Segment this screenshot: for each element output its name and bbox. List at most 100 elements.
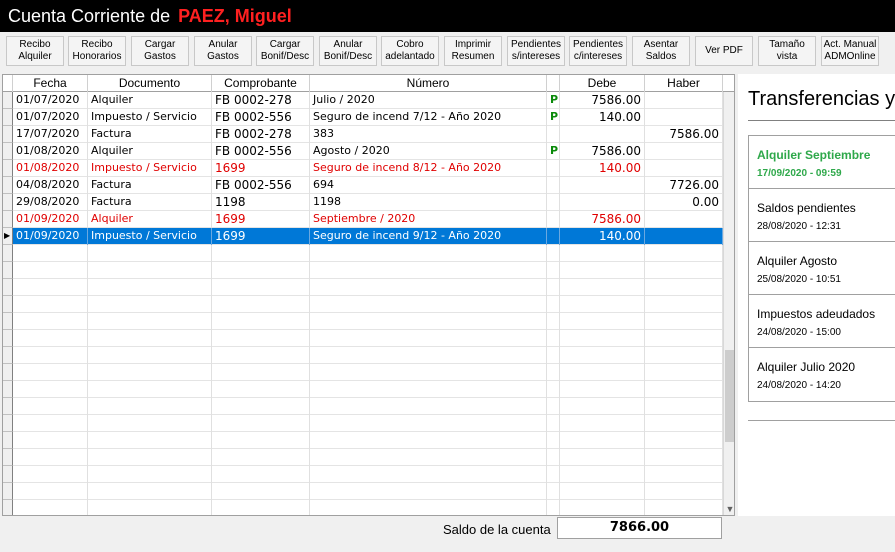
toolbar-button-13[interactable]: Act. Manual ADMOnline [821,36,879,66]
row-selector[interactable]: ▶ [3,228,13,245]
row-selector[interactable] [3,211,13,228]
row-selector[interactable] [3,160,13,177]
cell-fecha: 01/08/2020 [13,143,88,160]
column-header-4[interactable] [547,75,560,92]
column-header-1[interactable]: Documento [88,75,212,92]
table-row[interactable]: 01/07/2020 Alquiler FB 0002-278 Julio / 202… [13,92,723,109]
table-row[interactable]: 01/08/2020 Alquiler FB 0002-556 Agosto / 20… [13,143,723,160]
cell-documento: Alquiler [88,211,212,228]
transfer-item[interactable]: Saldos pendientes 28/08/2020 - 12:31 [749,189,895,242]
cell-numero [310,364,547,381]
row-selector[interactable] [3,245,13,262]
row-selector[interactable] [3,143,13,160]
cell-debe: 140.00 [560,109,645,126]
toolbar-button-11[interactable]: Ver PDF [695,36,753,66]
transfer-item[interactable]: Alquiler Julio 2020 24/08/2020 - 14:20 [749,348,895,401]
column-header-3[interactable]: Número [310,75,547,92]
toolbar-button-3[interactable]: Anular Gastos [194,36,252,66]
toolbar-button-9[interactable]: Pendientes c/intereses [569,36,627,66]
toolbar-button-12[interactable]: Tamaño vista [758,36,816,66]
cell-comprobante [212,398,310,415]
transfer-item[interactable]: Alquiler Agosto 25/08/2020 - 10:51 [749,242,895,295]
transfer-title: Saldos pendientes [757,201,856,215]
transfer-item[interactable]: Impuestos adeudados 24/08/2020 - 15:00 [749,295,895,348]
scroll-down-icon[interactable]: ▼ [724,503,734,515]
column-header-2[interactable]: Comprobante [212,75,310,92]
cell-documento: Alquiler [88,143,212,160]
transfer-item[interactable]: Alquiler Septiembre 17/09/2020 - 09:59 [749,136,895,189]
table-row[interactable] [13,262,723,279]
column-header-0[interactable]: Fecha [13,75,88,92]
table-row[interactable] [13,483,723,500]
cell-numero: Seguro de incend 8/12 - Año 2020 [310,160,547,177]
table-row[interactable] [13,347,723,364]
cell-haber [645,483,723,500]
table-row[interactable]: 17/07/2020 Factura FB 0002-278 383 7586.00 [13,126,723,143]
row-selector[interactable] [3,381,13,398]
row-selector[interactable] [3,398,13,415]
cell-fecha [13,449,88,466]
toolbar-button-1[interactable]: Recibo Honorarios [68,36,126,66]
row-selector[interactable] [3,500,13,515]
table-row[interactable]: 04/08/2020 Factura FB 0002-556 694 7726.00 [13,177,723,194]
table-row[interactable] [13,313,723,330]
transfer-title: Alquiler Agosto [757,254,838,268]
row-selector[interactable] [3,449,13,466]
row-selector[interactable] [3,432,13,449]
row-selector[interactable] [3,364,13,381]
cell-fecha [13,415,88,432]
table-row[interactable] [13,330,723,347]
cell-flag [547,313,560,330]
table-row[interactable]: 29/08/2020 Factura 1198 1198 0.00 [13,194,723,211]
cell-numero [310,381,547,398]
row-selector[interactable] [3,483,13,500]
table-row[interactable] [13,381,723,398]
toolbar-button-4[interactable]: Cargar Bonif/Desc [256,36,314,66]
row-selector[interactable] [3,466,13,483]
table-row[interactable]: 01/07/2020 Impuesto / Servicio FB 0002-556… [13,109,723,126]
cell-documento [88,279,212,296]
toolbar-button-0[interactable]: Recibo Alquiler [6,36,64,66]
scroll-thumb[interactable] [725,350,734,442]
table-row[interactable]: 01/09/2020 Impuesto / Servicio 1699 Seguro … [13,228,723,245]
row-selector[interactable] [3,313,13,330]
row-selector[interactable] [3,279,13,296]
toolbar-button-5[interactable]: Anular Bonif/Desc [319,36,377,66]
cell-documento: Impuesto / Servicio [88,109,212,126]
toolbar-button-6[interactable]: Cobro adelantado [381,36,439,66]
row-selector[interactable] [3,92,13,109]
row-selector[interactable] [3,126,13,143]
cell-comprobante [212,279,310,296]
toolbar-button-10[interactable]: Asentar Saldos [632,36,690,66]
table-row[interactable]: 01/08/2020 Impuesto / Servicio 1699 Seguro … [13,160,723,177]
table-row[interactable] [13,398,723,415]
account-grid[interactable]: Fecha Documento Comprobante Número Debe Haber… [2,74,735,516]
row-selector[interactable] [3,347,13,364]
row-selector[interactable] [3,262,13,279]
column-header-6[interactable]: Haber [645,75,723,92]
toolbar-button-2[interactable]: Cargar Gastos [131,36,189,66]
table-row[interactable] [13,279,723,296]
table-row[interactable] [13,296,723,313]
table-row[interactable] [13,432,723,449]
row-selector[interactable] [3,296,13,313]
table-row[interactable] [13,466,723,483]
table-row[interactable] [13,500,723,515]
row-selector[interactable] [3,109,13,126]
cell-debe [560,313,645,330]
row-selector[interactable] [3,194,13,211]
cell-haber [645,143,723,160]
cell-flag [547,279,560,296]
table-row[interactable] [13,415,723,432]
toolbar-button-7[interactable]: Imprimir Resumen [444,36,502,66]
row-selector[interactable] [3,330,13,347]
table-row[interactable] [13,449,723,466]
column-header-5[interactable]: Debe [560,75,645,92]
vertical-scrollbar[interactable]: ▼ [723,92,734,515]
row-selector[interactable] [3,415,13,432]
table-row[interactable] [13,364,723,381]
toolbar-button-8[interactable]: Pendientes s/intereses [507,36,565,66]
table-row[interactable] [13,245,723,262]
table-row[interactable]: 01/09/2020 Alquiler 1699 Septiembre / 2020 7… [13,211,723,228]
row-selector[interactable] [3,177,13,194]
